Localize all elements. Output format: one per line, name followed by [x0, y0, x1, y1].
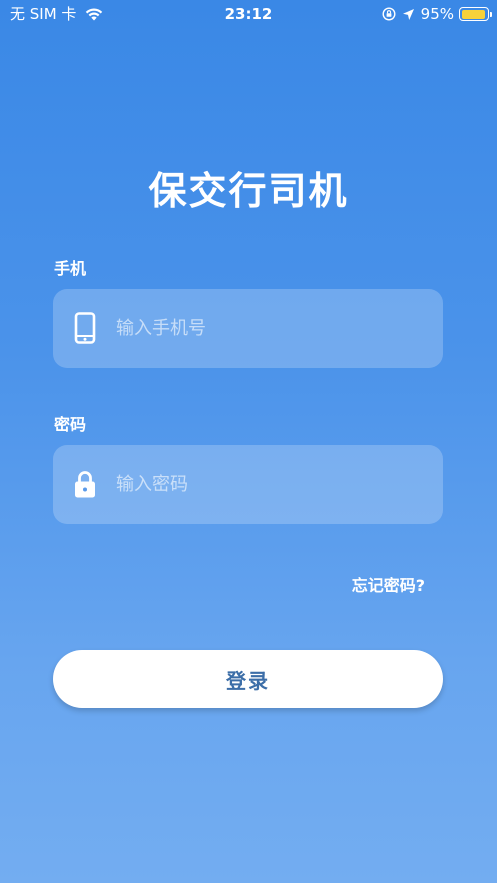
orientation-lock-icon: [382, 7, 396, 21]
phone-label: 手机: [54, 259, 87, 278]
phone-input-box[interactable]: [53, 289, 443, 368]
password-input[interactable]: [116, 445, 426, 524]
status-bar: 无 SIM 卡 23:12 95%: [0, 0, 497, 28]
password-label: 密码: [54, 415, 87, 434]
login-button[interactable]: 登录: [53, 650, 443, 708]
password-input-box[interactable]: [53, 445, 443, 524]
location-arrow-icon: [402, 8, 414, 20]
phone-input[interactable]: [116, 289, 426, 368]
login-screen: 无 SIM 卡 23:12 95% 保交行司机 手机 输入手机号 密码 忘记密码…: [0, 0, 497, 883]
battery-cap: [490, 11, 492, 17]
battery-level: [461, 9, 486, 19]
app-title: 保交行司机: [148, 169, 349, 213]
battery-icon: [459, 7, 492, 21]
smartphone-icon: [74, 312, 96, 344]
status-right: 95%: [382, 0, 492, 28]
padlock-icon: [75, 471, 95, 498]
battery-percent: 95%: [420, 5, 454, 23]
forgot-password-link[interactable]: 忘记密码?: [352, 572, 425, 596]
